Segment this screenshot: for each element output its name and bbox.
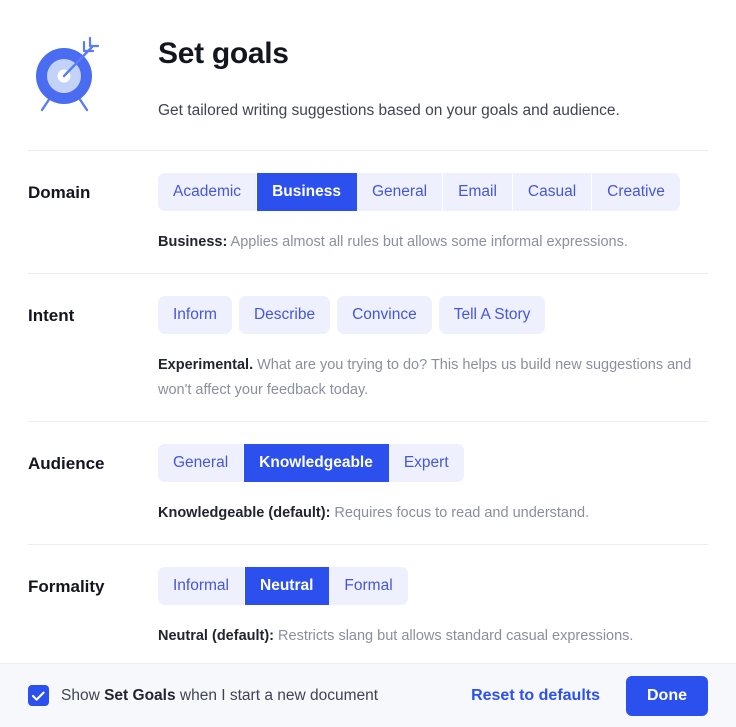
domain-help-strong: Business: (158, 234, 228, 250)
setting-body-formality: Informal Neutral Formal Neutral (default… (158, 567, 708, 649)
page-subtitle: Get tailored writing suggestions based o… (158, 102, 620, 119)
setting-label-domain: Domain (28, 183, 91, 202)
setting-row-audience: Audience General Knowledgeable Expert Kn… (28, 422, 708, 544)
page-title: Set goals (158, 37, 289, 70)
show-set-goals-label: Show Set Goals when I start a new docume… (61, 687, 378, 705)
setting-body-domain: Academic Business General Email Casual C… (158, 173, 708, 255)
reset-to-defaults-button[interactable]: Reset to defaults (467, 681, 604, 711)
domain-option-academic[interactable]: Academic (158, 173, 258, 211)
domain-help-text: Business: Applies almost all rules but a… (158, 230, 698, 255)
audience-option-knowledgeable[interactable]: Knowledgeable (244, 444, 389, 482)
formality-option-neutral[interactable]: Neutral (245, 567, 330, 605)
audience-option-expert[interactable]: Expert (388, 444, 464, 482)
show-set-goals-checkbox-row[interactable]: Show Set Goals when I start a new docume… (28, 685, 467, 706)
intent-option-describe[interactable]: Describe (238, 296, 331, 334)
domain-help-rest: Applies almost all rules but allows some… (227, 234, 628, 250)
intent-help-text: Experimental. What are you trying to do?… (158, 353, 698, 403)
formality-help-text: Neutral (default): Restricts slang but a… (158, 624, 698, 649)
formality-option-informal[interactable]: Informal (158, 567, 245, 605)
intent-option-convince[interactable]: Convince (337, 296, 432, 334)
audience-segmented-control[interactable]: General Knowledgeable Expert (158, 444, 464, 482)
intent-help-strong: Experimental. (158, 357, 254, 373)
checkbox-label-post: when I start a new document (175, 686, 379, 704)
setting-label-formality: Formality (28, 577, 105, 596)
domain-option-email[interactable]: Email (443, 173, 513, 211)
intent-pill-group[interactable]: Inform Describe Convince Tell A Story (158, 296, 708, 334)
domain-segmented-control[interactable]: Academic Business General Email Casual C… (158, 173, 680, 211)
setting-body-audience: General Knowledgeable Expert Knowledgeab… (158, 444, 708, 526)
formality-segmented-control[interactable]: Informal Neutral Formal (158, 567, 408, 605)
intent-option-tell-a-story[interactable]: Tell A Story (438, 296, 546, 334)
setting-label-audience: Audience (28, 454, 105, 473)
settings-rows: Domain Academic Business General Email C… (0, 150, 736, 667)
formality-help-rest: Restricts slang but allows standard casu… (274, 628, 634, 644)
formality-help-strong: Neutral (default): (158, 628, 274, 644)
intent-option-inform[interactable]: Inform (158, 296, 232, 334)
checkbox-label-strong: Set Goals (104, 686, 176, 704)
domain-option-general[interactable]: General (356, 173, 444, 211)
setting-row-intent: Intent Inform Describe Convince Tell A S… (28, 274, 708, 421)
setting-row-formality: Formality Informal Neutral Formal Neutra… (28, 545, 708, 667)
show-set-goals-checkbox[interactable] (28, 685, 49, 706)
audience-help-strong: Knowledgeable (default): (158, 505, 331, 521)
dialog-footer: Show Set Goals when I start a new docume… (0, 663, 736, 727)
formality-option-formal[interactable]: Formal (329, 567, 408, 605)
target-goal-icon (28, 34, 104, 114)
audience-help-text: Knowledgeable (default): Requires focus … (158, 501, 698, 526)
setting-body-intent: Inform Describe Convince Tell A Story Ex… (158, 296, 708, 403)
audience-help-rest: Requires focus to read and understand. (330, 505, 590, 521)
dialog-header: Set goals Get tailored writing suggestio… (0, 0, 736, 122)
setting-row-domain: Domain Academic Business General Email C… (28, 151, 708, 273)
domain-option-business[interactable]: Business (257, 173, 357, 211)
audience-option-general[interactable]: General (158, 444, 245, 482)
domain-option-casual[interactable]: Casual (512, 173, 593, 211)
check-icon (32, 691, 45, 701)
done-button[interactable]: Done (626, 675, 708, 716)
setting-label-intent: Intent (28, 306, 75, 325)
domain-option-creative[interactable]: Creative (592, 173, 680, 211)
checkbox-label-pre: Show (61, 686, 105, 704)
header-text-block: Set goals Get tailored writing suggestio… (158, 28, 620, 122)
